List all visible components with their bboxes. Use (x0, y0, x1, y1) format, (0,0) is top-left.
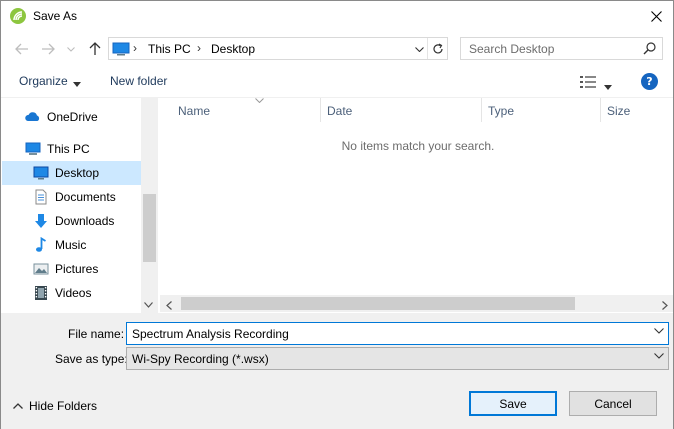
up-button[interactable] (86, 39, 104, 59)
sidebar-item-label: This PC (47, 142, 90, 156)
sidebar-item-label: Documents (55, 190, 116, 204)
hide-folders-button[interactable]: Hide Folders (13, 399, 97, 413)
sidebar-item-label: OneDrive (47, 110, 98, 124)
save-type-select[interactable]: Wi-Spy Recording (*.wsx) (126, 347, 669, 370)
refresh-button[interactable] (427, 38, 447, 59)
file-name-field[interactable]: Spectrum Analysis Recording (126, 322, 669, 345)
videos-icon (35, 286, 47, 300)
breadcrumb-separator[interactable]: › (133, 41, 137, 55)
music-icon (36, 237, 46, 252)
address-dropdown-button[interactable] (411, 41, 427, 57)
computer-icon (25, 142, 41, 155)
cancel-button[interactable]: Cancel (569, 391, 657, 416)
empty-list-message: No items match your search. (341, 139, 495, 153)
chevron-down-icon[interactable] (654, 328, 664, 334)
arrow-left-icon (15, 43, 28, 55)
breadcrumb-desktop[interactable]: Desktop (211, 42, 255, 56)
sidebar-item-label: Pictures (55, 262, 99, 276)
search-input[interactable]: Search Desktop (460, 37, 663, 60)
hide-folders-label: Hide Folders (29, 399, 98, 413)
scroll-down-icon[interactable] (144, 297, 153, 311)
chevron-down-icon (654, 353, 664, 359)
scroll-left-icon[interactable] (166, 299, 172, 313)
close-icon (650, 10, 662, 22)
close-button[interactable] (639, 1, 673, 31)
save-type-label: Save as type: (55, 352, 128, 366)
download-icon (35, 214, 47, 228)
navigation-scrollbar-thumb[interactable] (143, 194, 156, 262)
arrow-up-icon (89, 42, 101, 55)
window-title: Save As (33, 9, 78, 23)
horizontal-scrollbar-thumb[interactable] (181, 297, 575, 310)
chevron-down-icon (67, 46, 75, 52)
sidebar-item-music[interactable]: Music (2, 233, 141, 257)
recent-locations-button[interactable] (65, 39, 77, 59)
sidebar-item-label: Desktop (55, 166, 100, 180)
documents-icon (35, 189, 47, 205)
sidebar-item-downloads[interactable]: Downloads (2, 209, 141, 233)
sidebar-item-this-pc[interactable]: This PC (2, 137, 141, 161)
chevron-down-icon (414, 46, 424, 52)
help-icon[interactable]: ? (641, 73, 658, 90)
desktop-icon (33, 166, 49, 180)
pictures-icon (33, 263, 49, 275)
arrow-right-icon (42, 43, 55, 55)
column-header-type[interactable]: Type (482, 98, 601, 122)
this-pc-icon (112, 42, 130, 59)
cloud-icon (25, 112, 40, 121)
file-list[interactable]: Name Date Type Size No items match your … (160, 98, 673, 313)
scroll-right-icon[interactable] (662, 299, 668, 313)
change-view-icon[interactable] (580, 75, 596, 92)
column-header-date[interactable]: Date (321, 98, 482, 122)
file-name-value[interactable]: Spectrum Analysis Recording (132, 327, 289, 341)
search-placeholder: Search Desktop (469, 42, 555, 56)
breadcrumb-separator[interactable]: › (197, 41, 201, 55)
sort-caret-icon (255, 98, 264, 103)
file-name-label: File name: (68, 327, 125, 341)
breadcrumb-this-pc[interactable]: This PC (148, 42, 191, 56)
chevron-up-icon (13, 403, 23, 409)
forward-button[interactable] (39, 39, 57, 59)
new-folder-button[interactable]: New folder (110, 74, 167, 88)
sidebar-item-pictures[interactable]: Pictures (2, 257, 141, 281)
sidebar-item-desktop[interactable]: Desktop (2, 161, 141, 185)
organize-button[interactable]: Organize (19, 74, 68, 88)
caret-down-icon[interactable] (73, 76, 81, 90)
sidebar-item-onedrive[interactable]: OneDrive (2, 105, 141, 129)
save-type-value: Wi-Spy Recording (*.wsx) (132, 352, 269, 366)
sidebar-item-videos[interactable]: Videos (2, 281, 141, 305)
title-bar: Save As (1, 1, 673, 32)
save-button[interactable]: Save (469, 391, 557, 416)
address-bar[interactable]: › This PC › Desktop (108, 37, 448, 60)
sidebar-item-label: Downloads (55, 214, 115, 228)
view-options-dropdown[interactable] (604, 79, 612, 93)
column-header-name[interactable]: Name (172, 98, 321, 122)
sidebar-item-label: Music (55, 238, 87, 252)
command-bar: Organize New folder (1, 67, 673, 97)
refresh-icon (432, 42, 443, 53)
sidebar-item-label: Videos (55, 286, 92, 300)
wifi-app-icon (10, 8, 26, 24)
sidebar-item-documents[interactable]: Documents (2, 185, 141, 209)
search-icon[interactable] (643, 42, 656, 58)
back-button[interactable] (13, 39, 31, 59)
column-header-size[interactable]: Size (601, 98, 673, 122)
save-as-dialog: Save As › This PC › Desktop Search Deskt… (0, 0, 674, 429)
navigation-pane: OneDrive This PC Desktop Documents Downl… (2, 98, 157, 313)
